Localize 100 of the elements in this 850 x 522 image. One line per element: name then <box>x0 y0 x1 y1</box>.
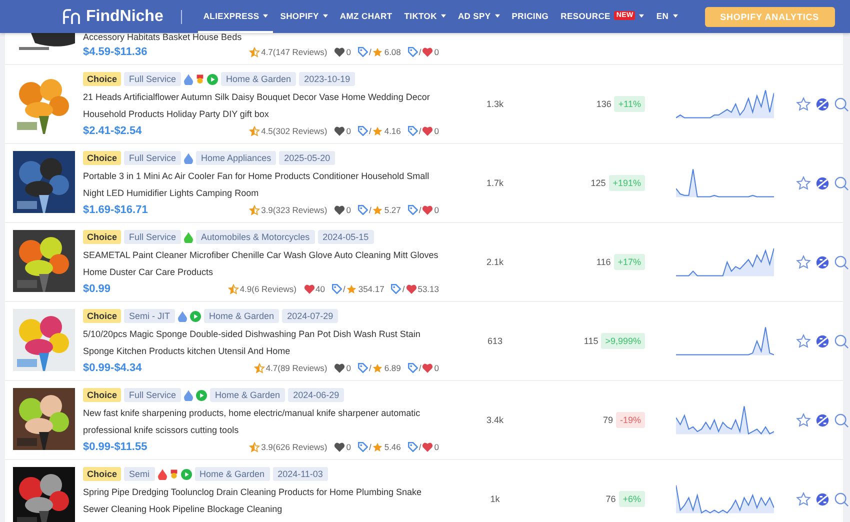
tag-icon <box>358 363 368 373</box>
tag-icon <box>408 126 418 136</box>
nav-menu-item[interactable]: SHOPIFY <box>275 0 333 33</box>
date-tag: 2023-10-19 <box>299 72 356 86</box>
ai-analysis-icon[interactable] <box>814 174 831 192</box>
rating-text: 3.9(626 Reviews) <box>261 442 328 452</box>
nav-menu-item[interactable]: AMZ CHART <box>334 0 398 33</box>
category-tag[interactable]: Home Appliances <box>196 151 276 165</box>
ai-analysis-icon[interactable] <box>814 254 831 270</box>
star-icon <box>372 442 384 452</box>
heart-value: 53.13 <box>418 284 439 294</box>
price-range: $0.99-$11.55 <box>83 441 148 453</box>
slash-text: / <box>418 442 422 452</box>
choice-badge: Choice <box>83 72 122 86</box>
star-value: 5.27 <box>384 205 401 215</box>
logo-text[interactable]: FindNiche <box>86 8 164 26</box>
heart-icon <box>422 126 434 136</box>
star-icon <box>346 284 358 294</box>
favorite-star-icon[interactable] <box>795 412 812 428</box>
slash-text: / <box>402 284 405 294</box>
favorite-star-icon[interactable] <box>795 174 812 192</box>
tag-icon <box>408 363 418 373</box>
search-icon[interactable] <box>833 174 850 192</box>
favorite-star-icon[interactable] <box>795 332 812 350</box>
growth-badge: +6% <box>618 491 645 507</box>
product-title[interactable]: Portable 3 in 1 Mini Ac Air Cooler Fan for Home Products Conditioner Household Small Night LED Humidifier Lights Camping Room <box>83 168 445 202</box>
tag-icon <box>408 47 418 57</box>
product-title[interactable]: New fast knife sharpening products, home electric/manual knife sharpener automatic professional knife scissors cutting tools <box>83 405 445 439</box>
nav-menu-item[interactable]: AD SPY <box>452 0 505 33</box>
half-star-icon <box>249 204 260 216</box>
nav-menu-item[interactable]: PRICING <box>506 0 554 33</box>
favorite-star-icon[interactable] <box>795 254 812 270</box>
half-star-icon <box>254 362 265 374</box>
price-range: $2.41-$2.54 <box>83 125 142 137</box>
product-title[interactable]: 21 Heads Artificialflower Autumn Silk Daisy Bouquet Decor Vase Home Wedding Decor Household Products Holiday Party DIY gift box <box>83 89 445 123</box>
half-star-icon <box>228 284 239 294</box>
service-tag: Full Service <box>124 151 182 165</box>
category-tag[interactable]: Home & Garden <box>210 388 286 402</box>
sales-count: 2.1k <box>485 256 504 269</box>
price-range: $0.99 <box>83 283 111 295</box>
search-icon[interactable] <box>833 96 850 112</box>
heart-value: 0 <box>434 442 439 452</box>
likes-count: 0 <box>346 47 351 57</box>
star-value: 4.16 <box>384 126 401 136</box>
product-title[interactable]: Spring Pipe Dredging Toolunclog Drain Cleaning Products for Home Plumbing Snake Sewer Cleaning Hook Pipeline Blockage Cleaning <box>83 484 445 518</box>
logo-icon <box>62 8 82 24</box>
choice-badge: Choice <box>83 230 122 244</box>
service-tag: Semi - JIT <box>124 309 176 323</box>
category-tag[interactable]: Home & Garden <box>204 309 280 323</box>
price-range: $0.99-$4.34 <box>83 362 142 374</box>
category-tag[interactable]: Home & Garden <box>194 467 270 481</box>
choice-badge: Choice <box>83 151 122 165</box>
star-value: 5.46 <box>384 442 401 452</box>
tag-icon <box>358 126 368 136</box>
orders-count: 115 <box>584 336 598 346</box>
service-tag: Full Service <box>124 72 182 86</box>
service-tag: Full Service <box>124 388 182 402</box>
slash-text: / <box>368 205 372 215</box>
slash-text: / <box>368 126 372 136</box>
nav-menu-item[interactable]: TIKTOK <box>399 0 451 33</box>
half-star-icon <box>249 442 260 452</box>
star-icon <box>372 126 384 136</box>
category-tag[interactable]: Automobiles & Motorcycles <box>196 230 315 244</box>
sales-count: 1k <box>489 493 501 506</box>
heart-icon <box>422 47 434 57</box>
ai-analysis-icon[interactable] <box>814 332 831 350</box>
product-title[interactable]: 5/10/20pcs Magic Sponge Double-sided Dishwashing Pan Pot Dish Wash Rust Stain Sponge Kitchen Products kitchen Utensil And Home <box>83 326 445 360</box>
slash-text: / <box>342 284 346 294</box>
rating-text: 4.5(302 Reviews) <box>261 126 328 136</box>
orders-count: 116 <box>596 257 611 267</box>
product-title[interactable]: Accessory Habitats Basket House Beds <box>83 31 445 44</box>
search-icon[interactable] <box>833 332 850 350</box>
slash-text: / <box>368 442 372 452</box>
rating-text: 4.7(147 Reviews) <box>261 47 328 57</box>
orders-count: 125 <box>590 178 606 188</box>
sales-count: 1.7k <box>485 177 504 190</box>
ai-analysis-icon[interactable] <box>814 96 831 112</box>
nav-menu-item[interactable]: EN <box>651 0 683 33</box>
heart-icon <box>422 363 434 373</box>
play-icon <box>207 74 218 84</box>
orders-count: 76 <box>606 494 616 504</box>
growth-badge: -19% <box>616 412 645 428</box>
category-tag[interactable]: Home & Garden <box>221 72 296 86</box>
half-star-icon <box>249 126 260 136</box>
star-icon <box>372 204 384 216</box>
search-icon[interactable] <box>833 412 850 428</box>
likes-count: 0 <box>346 205 351 215</box>
rating-text: 4.9(6 Reviews) <box>240 284 296 294</box>
likes-count: 0 <box>346 442 351 452</box>
ai-analysis-icon[interactable] <box>814 490 831 508</box>
search-icon[interactable] <box>833 254 850 270</box>
search-icon[interactable] <box>833 490 850 508</box>
favorite-star-icon[interactable] <box>795 490 812 508</box>
star-value: 6.08 <box>384 47 401 57</box>
favorite-star-icon[interactable] <box>795 96 812 112</box>
tag-icon <box>408 205 418 215</box>
product-title[interactable]: SEAMETAL Paint Cleaner Microfiber Chenille Car Wash Glove Auto Cleaning Mitt Gloves Home Duster Car Care Products <box>83 247 445 281</box>
ai-analysis-icon[interactable] <box>814 412 831 428</box>
likes-count: 40 <box>316 284 325 294</box>
slash-text: / <box>418 363 422 373</box>
